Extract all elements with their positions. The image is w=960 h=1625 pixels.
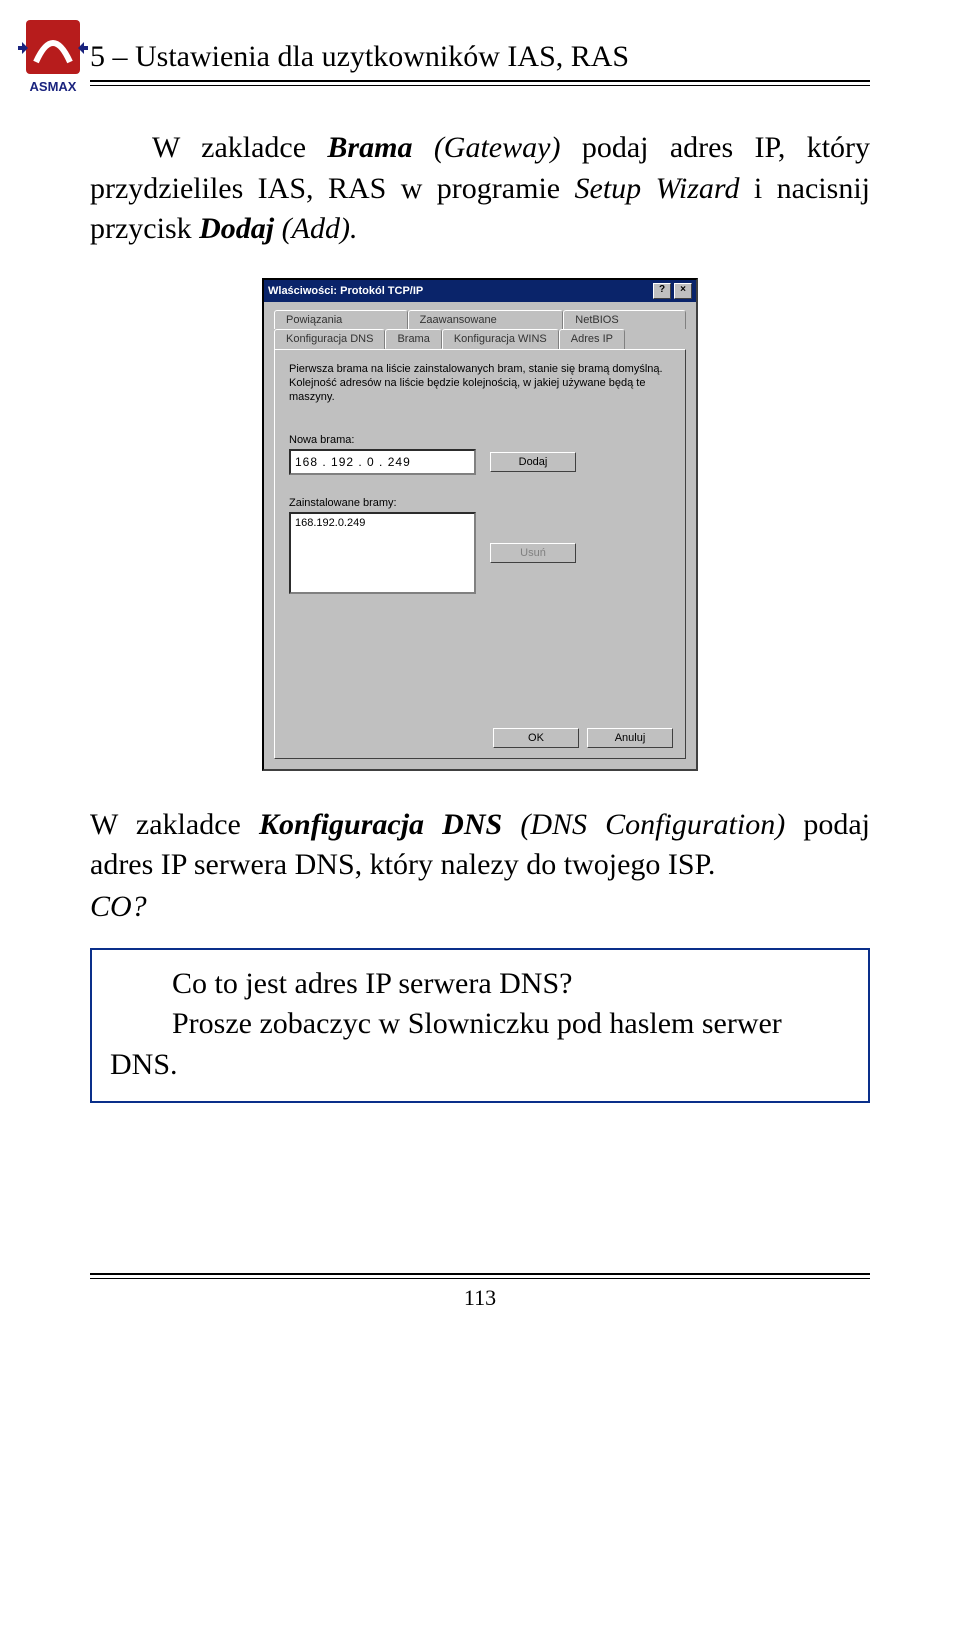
dialog-titlebar[interactable]: Wlaściwości: Protokól TCP/IP ? ×	[264, 280, 696, 302]
callout-question: Co to jest adres IP serwera DNS?	[172, 967, 572, 1000]
term-dodaj: Dodaj	[199, 212, 274, 245]
footer-rule-thick	[90, 1273, 870, 1275]
add-gateway-button[interactable]: Dodaj	[490, 452, 576, 472]
dialog-title: Wlaściwości: Protokól TCP/IP	[268, 285, 423, 297]
heading-rule-thin	[90, 85, 870, 86]
tab-brama[interactable]: Brama	[385, 329, 441, 349]
tab-powiazania[interactable]: Powiązania	[274, 310, 408, 329]
gateway-description: Pierwsza brama na liście zainstalowanych…	[289, 362, 671, 405]
tab-konfiguracja-dns[interactable]: Konfiguracja DNS	[274, 329, 385, 349]
brand-label: ASMAX	[30, 79, 77, 94]
new-gateway-label: Nowa brama:	[289, 434, 671, 446]
tab-netbios[interactable]: NetBIOS	[563, 310, 686, 329]
term-brama: Brama	[327, 131, 412, 164]
heading-rule-thick	[90, 80, 870, 82]
new-gateway-input[interactable]: 168 . 192 . 0 . 249	[289, 449, 476, 475]
paragraph-2: W zakladce Konfiguracja DNS (DNS Configu…	[90, 805, 870, 886]
installed-gateways-list[interactable]: 168.192.0.249	[289, 512, 476, 594]
tcpip-properties-dialog: Wlaściwości: Protokól TCP/IP ? × Powiąza…	[262, 278, 698, 771]
tab-adres-ip[interactable]: Adres IP	[559, 329, 625, 349]
gateway-tab-panel: Pierwsza brama na liście zainstalowanych…	[274, 349, 686, 759]
term-setup-wizard: Setup Wizard	[575, 172, 740, 205]
tab-konfiguracja-wins[interactable]: Konfiguracja WINS	[442, 329, 559, 349]
callout-answer: Prosze zobaczyc w Slowniczku pod haslem …	[110, 1007, 782, 1081]
section-heading: 5 – Ustawienia dla uzytkowników IAS, RAS	[90, 40, 870, 74]
page-number: 113	[90, 1285, 870, 1311]
term-konfiguracja-dns: Konfiguracja DNS	[259, 808, 502, 841]
help-button[interactable]: ?	[653, 283, 671, 299]
ok-button[interactable]: OK	[493, 728, 579, 748]
co-label: CO?	[90, 890, 870, 924]
paragraph-1: W zakladce Brama (Gateway) podaj adres I…	[90, 128, 870, 250]
cancel-button[interactable]: Anuluj	[587, 728, 673, 748]
list-item[interactable]: 168.192.0.249	[295, 516, 470, 530]
footer-rule-thin	[90, 1278, 870, 1279]
remove-gateway-button[interactable]: Usuń	[490, 543, 576, 563]
installed-gateways-label: Zainstalowane bramy:	[289, 497, 671, 509]
info-callout: Co to jest adres IP serwera DNS? Prosze …	[90, 948, 870, 1104]
tab-zaawansowane[interactable]: Zaawansowane	[408, 310, 564, 329]
brand-logo: ASMAX	[18, 18, 88, 101]
close-button[interactable]: ×	[674, 283, 692, 299]
